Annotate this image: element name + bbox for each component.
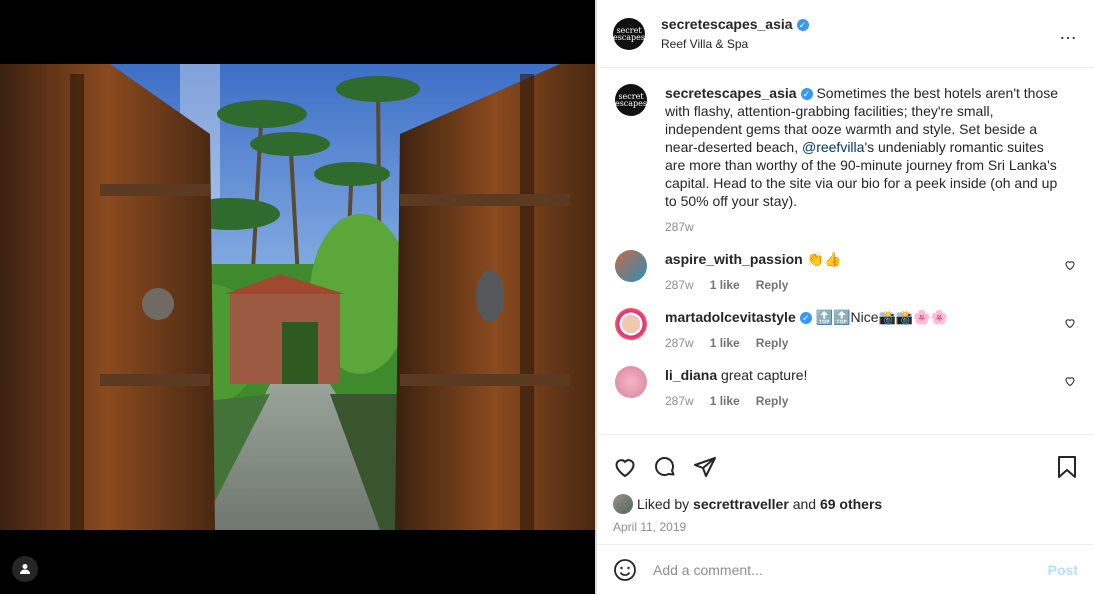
caption-mention-link[interactable]: @reefvilla: [802, 139, 864, 155]
caption-username[interactable]: secretescapes_asia: [665, 85, 797, 101]
post-date[interactable]: April 11, 2019: [597, 514, 1094, 544]
comment-time[interactable]: 287w: [665, 394, 694, 408]
comment-likes[interactable]: 1 like: [710, 394, 740, 408]
commenter-avatar[interactable]: [615, 366, 647, 398]
action-bar: [597, 434, 1094, 486]
comment-text: great capture!: [721, 367, 808, 383]
post-media[interactable]: [0, 0, 595, 594]
caption: secret escapes secretescapes_asia ✓ Someti…: [615, 84, 1076, 236]
reply-button[interactable]: Reply: [756, 336, 789, 350]
comment-username[interactable]: aspire_with_passion: [665, 251, 803, 267]
caption-avatar[interactable]: secret escapes: [615, 84, 647, 116]
more-options-icon[interactable]: …: [1059, 23, 1078, 44]
post-details-panel: secret escapes secretescapes_asia ✓ Reef V…: [597, 0, 1094, 594]
author-username[interactable]: secretescapes_asia: [661, 16, 793, 32]
comment-username[interactable]: li_diana: [665, 367, 717, 383]
comments-list[interactable]: secret escapes secretescapes_asia ✓ Someti…: [597, 68, 1094, 434]
like-comment-heart-icon[interactable]: [1064, 374, 1076, 392]
liker-avatar: [613, 494, 633, 514]
like-comment-heart-icon[interactable]: [1064, 258, 1076, 276]
comment-username[interactable]: martadolcevitastyle: [665, 309, 796, 325]
verified-badge-icon: ✓: [796, 19, 809, 31]
likes-summary[interactable]: Liked by secrettraveller and 69 others: [597, 494, 1094, 514]
comment-composer: Add a comment... Post: [597, 544, 1094, 594]
resort-gate-image: [0, 64, 595, 530]
reply-button[interactable]: Reply: [756, 278, 789, 292]
add-comment-input[interactable]: Add a comment...: [653, 562, 1048, 578]
commenter-avatar[interactable]: [615, 308, 647, 340]
reply-button[interactable]: Reply: [756, 394, 789, 408]
verified-badge-icon: ✓: [799, 312, 812, 324]
comment-text: 👏👍: [806, 251, 842, 267]
like-heart-icon[interactable]: [613, 455, 637, 479]
likes-others-count[interactable]: 69 others: [820, 496, 882, 512]
save-bookmark-icon[interactable]: [1056, 455, 1078, 479]
comment-time[interactable]: 287w: [665, 278, 694, 292]
share-paper-plane-icon[interactable]: [693, 455, 717, 479]
post-photo: [0, 64, 595, 530]
comment-bubble-icon[interactable]: [653, 455, 677, 479]
commenter-avatar[interactable]: [615, 250, 647, 282]
caption-time[interactable]: 287w: [665, 220, 694, 234]
likes-and: and: [792, 496, 817, 512]
tagged-users-button[interactable]: [12, 556, 38, 582]
post-header: secret escapes secretescapes_asia ✓ Reef V…: [597, 0, 1094, 68]
likes-prefix: Liked by: [637, 496, 690, 512]
comment-item: aspire_with_passion 👏👍 287w 1 like Reply: [615, 250, 1076, 294]
comment-likes[interactable]: 1 like: [710, 278, 740, 292]
comment-item: martadolcevitastyle ✓ 🔝🔝Nice📸📸🌸🌸 287w 1 li…: [615, 308, 1076, 352]
emoji-smiley-icon[interactable]: [613, 558, 637, 582]
comment-time[interactable]: 287w: [665, 336, 694, 350]
post-comment-button[interactable]: Post: [1048, 562, 1078, 578]
post-location[interactable]: Reef Villa & Spa: [661, 37, 1059, 51]
liker-username[interactable]: secrettraveller: [693, 496, 789, 512]
author-avatar[interactable]: secret escapes: [613, 17, 645, 50]
verified-badge-icon: ✓: [800, 88, 813, 100]
comment-text: 🔝🔝Nice📸📸🌸🌸: [815, 309, 949, 325]
comment-item: li_diana great capture! 287w 1 like Reply: [615, 366, 1076, 410]
like-comment-heart-icon[interactable]: [1064, 316, 1076, 334]
comment-likes[interactable]: 1 like: [710, 336, 740, 350]
person-icon: [20, 564, 30, 574]
